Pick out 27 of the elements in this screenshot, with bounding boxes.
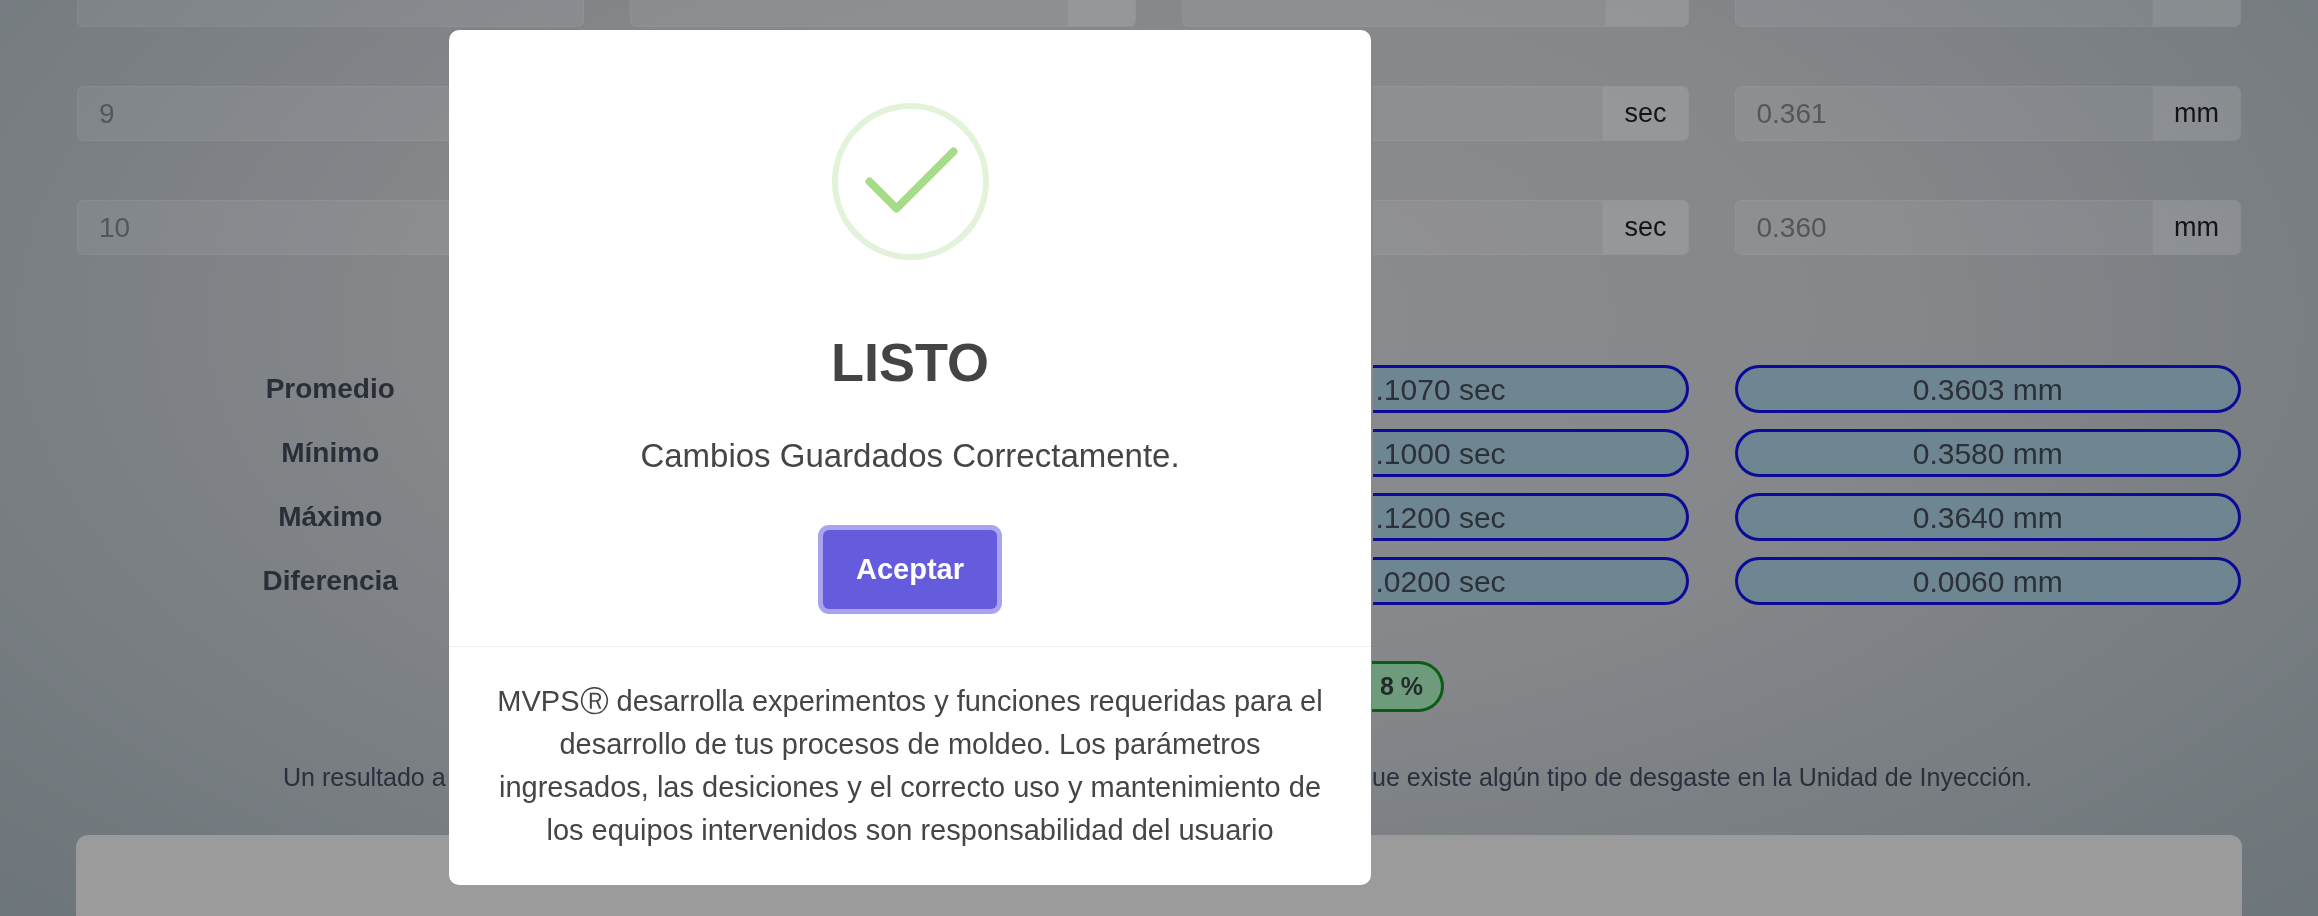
disclaimer-text: MVPSⓇ desarrolla experimentos y funciones requeridas para el desarrollo de tus procesos de moldeo. Los parámetros ingresados, las desiciones y el correcto uso y mantenimiento de los equipos intervenidos son responsabilidad del usuario: [496, 684, 1324, 848]
result-value: .1070 sec: [1372, 365, 1689, 413]
input-field[interactable]: 0.360 mm: [1734, 200, 2241, 255]
note-text: ue existe algún tipo de desgaste en la Unidad de Inyección.: [1372, 762, 2033, 793]
dialog-message: Cambios Guardados Correctamente.: [640, 437, 1180, 475]
result-value: 0.3603 mm: [1734, 365, 2241, 413]
unit-label: sec: [1602, 201, 1688, 254]
input-field[interactable]: sec: [1372, 86, 1689, 141]
result-value: 0.3580 mm: [1734, 429, 2241, 477]
percentage-badge: 8 %: [1372, 661, 1445, 712]
note-text: Un resultado a: [283, 762, 446, 793]
row-label: Máximo: [278, 500, 383, 534]
unit-label: mm: [2152, 201, 2240, 254]
result-value: .0200 sec: [1372, 557, 1689, 605]
input-field[interactable]: sec: [1372, 200, 1689, 255]
dialog-title: LISTO: [831, 331, 989, 394]
row-label: Diferencia: [262, 564, 398, 598]
check-circle-icon: [831, 103, 989, 260]
result-value: .1200 sec: [1372, 493, 1689, 541]
unit-label: mm: [2152, 87, 2240, 140]
row-label: Promedio: [265, 372, 395, 406]
row-label: Mínimo: [281, 436, 380, 470]
result-value: 0.3640 mm: [1734, 493, 2241, 541]
input-field[interactable]: 0.361 mm: [1734, 86, 2241, 141]
result-value: 0.0060 mm: [1734, 557, 2241, 605]
result-value: .1000 sec: [1372, 429, 1689, 477]
unit-label: sec: [1602, 87, 1688, 140]
